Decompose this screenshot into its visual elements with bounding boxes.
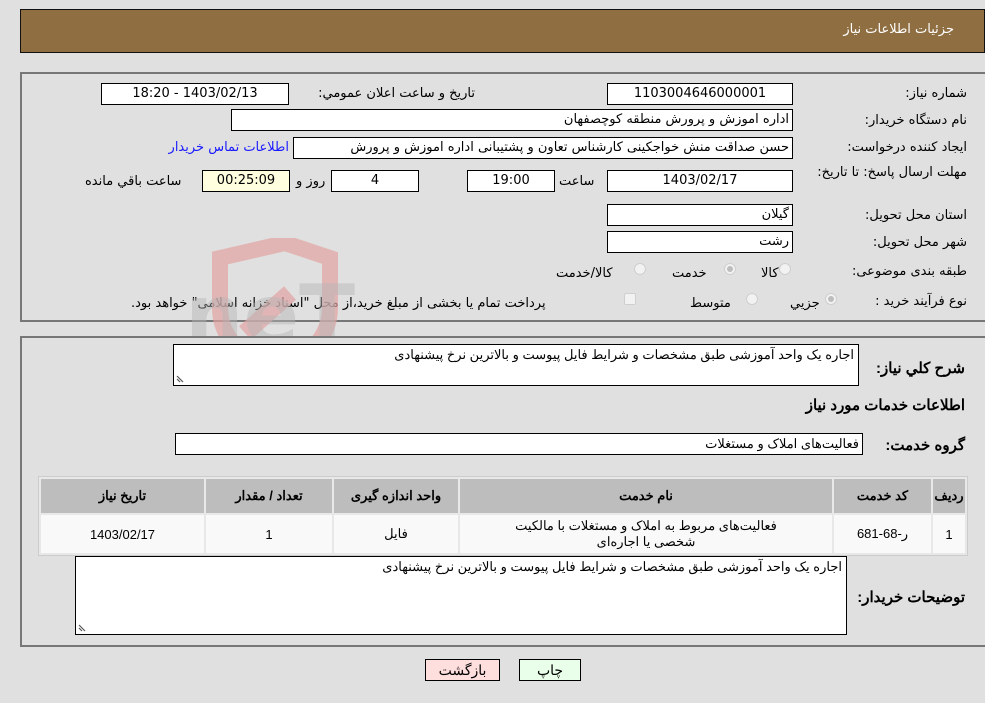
description-text: اجاره یک واحد آموزشی طبق مشخصات و شرایط …	[394, 347, 854, 362]
description-label: شرح کلي نياز:	[876, 360, 965, 377]
cell-unit: فایل	[334, 515, 458, 553]
table-row: 1 ر-68-681 فعالیت‌های مربوط به املاک و م…	[41, 515, 965, 553]
buyer-notes-textarea[interactable]: اجاره یک واحد آموزشی طبق مشخصات و شرایط …	[75, 556, 847, 635]
remaining-time-field: 00:25:09	[202, 170, 290, 192]
announce-field: 1403/02/13 - 18:20	[101, 83, 289, 105]
city-label: شهر محل تحویل:	[872, 235, 967, 250]
category-service-label: خدمت	[672, 266, 707, 281]
col-unit: واحد اندازه گیری	[334, 479, 458, 513]
resize-grip-icon[interactable]	[176, 373, 186, 383]
buyer-notes-label: توضیحات خریدار:	[857, 589, 965, 606]
remaining-label: ساعت باقي مانده	[85, 174, 182, 189]
need-number-label: شماره نیاز:	[905, 86, 967, 101]
process-label: نوع فرآیند خرید :	[875, 294, 967, 309]
province-field: گیلان	[607, 204, 793, 226]
cell-service-code: ر-68-681	[834, 515, 931, 553]
province-label: استان محل تحویل:	[865, 208, 967, 223]
category-radio-service[interactable]	[724, 263, 736, 275]
category-goods-service-label: کالا/خدمت	[556, 266, 613, 281]
treasury-note: پرداخت تمام یا بخشی از مبلغ خرید،از محل …	[131, 296, 546, 311]
category-radio-goods[interactable]	[779, 263, 791, 275]
category-radio-goods-service[interactable]	[634, 263, 646, 275]
process-small-label: جزيي	[790, 296, 820, 311]
page-header: جزئیات اطلاعات نیاز	[20, 9, 985, 53]
col-quantity: تعداد / مقدار	[206, 479, 332, 513]
days-remaining-field: 4	[331, 170, 419, 192]
service-group-label: گروه خدمت:	[885, 437, 965, 454]
print-button[interactable]: چاپ	[519, 659, 581, 681]
page-title: جزئیات اطلاعات نیاز	[843, 22, 954, 37]
deadline-time-field: 19:00	[467, 170, 555, 192]
description-textarea[interactable]: اجاره یک واحد آموزشی طبق مشخصات و شرایط …	[173, 344, 859, 386]
announce-label: تاریخ و ساعت اعلان عمومي:	[318, 86, 475, 101]
back-button[interactable]: بازگشت	[425, 659, 500, 681]
process-radio-medium[interactable]	[746, 293, 758, 305]
col-service-code: کد خدمت	[834, 479, 931, 513]
table-header-row: ردیف کد خدمت نام خدمت واحد اندازه گیری ت…	[41, 479, 965, 513]
services-table: ردیف کد خدمت نام خدمت واحد اندازه گیری ت…	[38, 476, 968, 556]
service-group-field: فعالیت‌های املاک و مستغلات	[175, 433, 863, 455]
cell-row-number: 1	[933, 515, 965, 553]
category-label: طبقه بندی موضوعی:	[851, 264, 967, 279]
deadline-date-field: 1403/02/17	[607, 170, 793, 192]
days-label: روز و	[296, 174, 326, 189]
buyer-org-label: نام دستگاه خریدار:	[864, 113, 967, 128]
category-goods-label: کالا	[761, 266, 779, 281]
cell-need-date: 1403/02/17	[41, 515, 204, 553]
city-field: رشت	[607, 231, 793, 253]
deadline-time-label: ساعت	[559, 174, 595, 189]
services-heading: اطلاعات خدمات مورد نیاز	[805, 397, 965, 414]
cell-service-name: فعالیت‌های مربوط به املاک و مستغلات با م…	[460, 515, 832, 553]
process-radio-small[interactable]	[825, 293, 837, 305]
need-number-field: 1103004646000001	[607, 83, 793, 105]
treasury-checkbox[interactable]	[624, 293, 636, 305]
resize-grip-icon[interactable]	[78, 622, 88, 632]
requester-label: ایجاد کننده درخواست:	[847, 140, 967, 155]
deadline-label: مهلت ارسال پاسخ: تا تاریخ:	[817, 165, 967, 180]
cell-quantity: 1	[206, 515, 332, 553]
col-row-number: ردیف	[933, 479, 965, 513]
buyer-contact-link[interactable]: اطلاعات تماس خریدار	[169, 140, 289, 155]
col-service-name: نام خدمت	[460, 479, 832, 513]
col-need-date: تاریخ نیاز	[41, 479, 204, 513]
buyer-org-field: اداره اموزش و پرورش منطقه کوچصفهان	[231, 109, 793, 131]
process-medium-label: متوسط	[690, 296, 731, 311]
buyer-notes-text: اجاره یک واحد آموزشی طبق مشخصات و شرایط …	[382, 559, 842, 574]
requester-field: حسن صداقت منش خواجکینی کارشناس تعاون و پ…	[293, 137, 793, 159]
